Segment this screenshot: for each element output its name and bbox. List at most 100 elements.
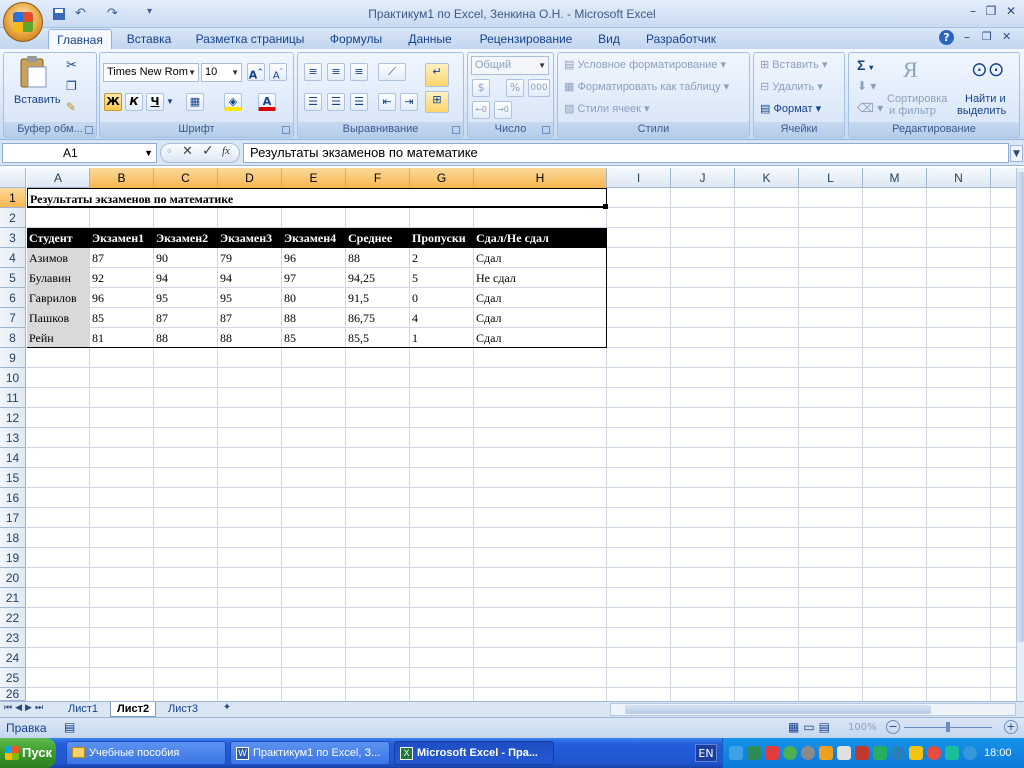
row-header[interactable]: 5 <box>0 268 26 288</box>
row-header[interactable]: 17 <box>0 508 26 528</box>
tray-app-icon[interactable] <box>873 746 887 760</box>
taskbar-item-folder[interactable]: Учебные пособия <box>66 741 226 765</box>
orientation-icon[interactable]: ⟋ <box>378 63 406 81</box>
cut-icon[interactable]: ✂ <box>66 57 77 73</box>
horizontal-scroll-thumb[interactable] <box>625 705 931 714</box>
percent-button[interactable]: % <box>506 79 524 97</box>
table-cell[interactable]: 81 <box>90 328 104 348</box>
table-cell[interactable]: 2 <box>410 248 418 268</box>
tab-insert[interactable]: Вставка <box>118 29 180 49</box>
zoom-slider-thumb[interactable] <box>946 722 950 732</box>
insert-cells-button[interactable]: ⊞ Вставить ▾ <box>760 58 828 71</box>
taskbar-item-excel[interactable]: X Microsoft Excel - Пра... <box>394 741 554 765</box>
column-header[interactable]: M <box>863 168 927 188</box>
table-header-cell[interactable]: Пропуски <box>410 228 473 248</box>
align-right-icon[interactable]: ☰ <box>350 93 368 111</box>
table-cell[interactable]: 79 <box>218 248 232 268</box>
font-size-combo[interactable]: 10 ▼ <box>201 63 242 82</box>
office-button[interactable] <box>3 2 43 42</box>
format-cells-button[interactable]: ▤ Формат ▾ <box>760 102 821 115</box>
table-cell[interactable]: 5 <box>410 268 418 288</box>
column-header[interactable]: E <box>282 168 346 188</box>
table-header-cell[interactable]: Экзамен2 <box>154 228 217 248</box>
tray-app-icon[interactable] <box>729 746 743 760</box>
speaker-icon[interactable] <box>837 746 851 760</box>
conditional-formatting-button[interactable]: ▤ Условное форматирование ▾ <box>564 58 726 71</box>
font-launcher-icon[interactable] <box>282 126 290 134</box>
row-header[interactable]: 14 <box>0 448 26 468</box>
table-header-cell[interactable]: Студент <box>27 228 89 248</box>
tray-app-icon[interactable] <box>909 746 923 760</box>
fill-color-icon[interactable]: ◈ <box>224 93 242 111</box>
copy-icon[interactable]: ❐ <box>66 79 77 93</box>
merge-center-icon[interactable]: ⊞ <box>425 91 449 113</box>
table-header-cell[interactable]: Экзамен3 <box>218 228 281 248</box>
column-header[interactable]: G <box>410 168 474 188</box>
row-header[interactable]: 21 <box>0 588 26 608</box>
row-header[interactable]: 16 <box>0 488 26 508</box>
underline-button[interactable]: Ч <box>146 93 164 111</box>
table-cell[interactable]: 95 <box>218 288 232 308</box>
column-header[interactable]: D <box>218 168 282 188</box>
paste-button[interactable]: Вставить <box>14 94 61 106</box>
column-header[interactable]: K <box>735 168 799 188</box>
formula-expand-icon[interactable]: ▼ <box>1010 145 1023 162</box>
decrease-decimal-icon[interactable]: →0 <box>494 101 512 119</box>
tray-app-icon[interactable] <box>783 746 797 760</box>
row-header[interactable]: 6 <box>0 288 26 308</box>
ribbon-restore-icon[interactable]: ❐ <box>982 30 992 43</box>
alignment-launcher-icon[interactable] <box>452 126 460 134</box>
table-cell[interactable]: 80 <box>282 288 296 308</box>
table-cell[interactable]: 90 <box>154 248 168 268</box>
table-cell[interactable]: 88 <box>346 248 360 268</box>
table-cell[interactable]: 97 <box>282 268 296 288</box>
table-header-cell[interactable]: Экзамен1 <box>90 228 153 248</box>
select-all-corner[interactable] <box>0 168 26 188</box>
table-cell[interactable]: 88 <box>282 308 296 328</box>
start-button[interactable]: Пуск <box>0 738 56 768</box>
row-header[interactable]: 8 <box>0 328 26 348</box>
thousands-button[interactable]: 000 <box>528 79 550 97</box>
restore-icon[interactable]: ❐ <box>982 4 1000 20</box>
ribbon-close-icon[interactable]: ✕ <box>1002 30 1011 43</box>
column-header[interactable]: I <box>607 168 671 188</box>
table-cell[interactable]: 96 <box>90 288 104 308</box>
align-top-icon[interactable]: ≡ <box>304 63 322 81</box>
table-header-cell[interactable]: Экзамен4 <box>282 228 345 248</box>
macro-record-icon[interactable]: ▤ <box>64 720 75 734</box>
table-header-cell[interactable]: Среднее <box>346 228 409 248</box>
row-header[interactable]: 13 <box>0 428 26 448</box>
table-cell[interactable]: 91,5 <box>346 288 369 308</box>
clipboard-launcher-icon[interactable] <box>85 126 93 134</box>
sheet-nav-icons[interactable]: ⏮◀▶⏭ <box>4 703 46 713</box>
align-bottom-icon[interactable]: ≡ <box>350 63 368 81</box>
minimize-icon[interactable]: – <box>964 4 982 20</box>
currency-icon[interactable]: $ <box>472 79 490 97</box>
tab-developer[interactable]: Разработчик <box>638 29 724 49</box>
tray-app-icon[interactable] <box>765 746 779 760</box>
wrap-text-icon[interactable]: ↵ <box>425 63 449 87</box>
find-select-label-1[interactable]: Найти и <box>965 93 1006 105</box>
row-header[interactable]: 4 <box>0 248 26 268</box>
table-cell[interactable]: 85 <box>282 328 296 348</box>
name-box[interactable]: A1 ▼ <box>2 143 157 163</box>
column-header[interactable]: B <box>90 168 154 188</box>
font-name-combo[interactable]: Times New Rom ▼ <box>103 63 199 82</box>
table-cell[interactable]: 94 <box>218 268 232 288</box>
tray-app-icon[interactable] <box>819 746 833 760</box>
table-cell[interactable]: 87 <box>154 308 168 328</box>
clear-icon[interactable]: ⌫ ▾ <box>857 101 883 115</box>
tray-app-icon[interactable] <box>801 746 815 760</box>
tray-app-icon[interactable] <box>927 746 941 760</box>
cell-styles-button[interactable]: ▧ Стили ячеек ▾ <box>564 102 650 115</box>
shrink-font-button[interactable]: Aˇ <box>269 63 287 81</box>
increase-indent-icon[interactable]: ⇥ <box>400 93 418 111</box>
row-header[interactable]: 18 <box>0 528 26 548</box>
network-icon[interactable] <box>945 746 959 760</box>
zoom-level[interactable]: 100% <box>848 722 877 733</box>
decrease-indent-icon[interactable]: ⇤ <box>378 93 396 111</box>
table-cell[interactable]: 85 <box>90 308 104 328</box>
insert-function-icon[interactable]: fx <box>222 145 230 157</box>
ribbon-minimize-icon[interactable]: – <box>964 30 970 44</box>
help-icon[interactable]: ? <box>939 30 954 45</box>
